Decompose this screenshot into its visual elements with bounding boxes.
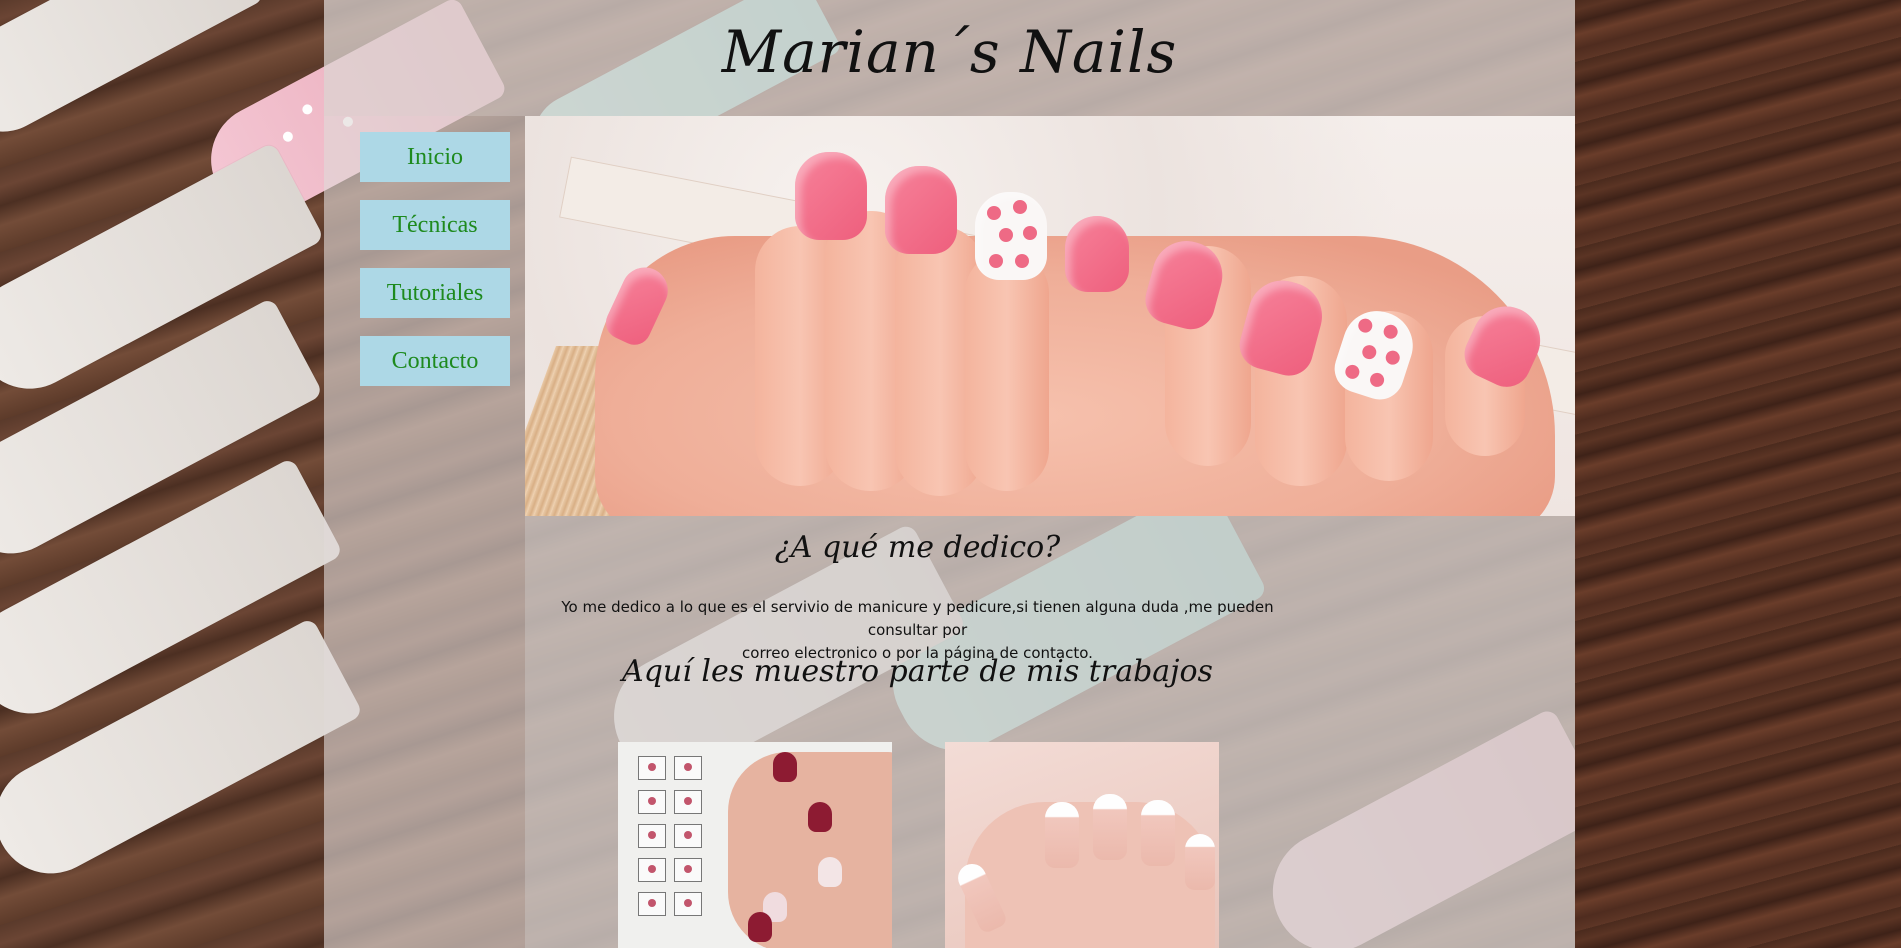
pink-nail (795, 152, 867, 240)
site-title: Marian´s Nails (721, 18, 1178, 86)
polka-dot-nail (975, 192, 1047, 280)
nav-item-tecnicas[interactable]: Técnicas (360, 200, 510, 250)
side-navigation: Inicio Técnicas Tutoriales Contacto (360, 132, 510, 404)
work-photo-french-nails (945, 742, 1219, 948)
works-heading: Aquí les muestro parte de mis trabajos (622, 654, 1213, 689)
pink-nail (885, 166, 957, 254)
content-area: ¿A qué me dedico? Yo me dedico a lo que … (525, 116, 1575, 948)
nav-item-contacto[interactable]: Contacto (360, 336, 510, 386)
about-text-line: Yo me dedico a lo que es el servivio de … (561, 598, 1274, 639)
nav-item-tutoriales[interactable]: Tutoriales (360, 268, 510, 318)
about-heading: ¿A qué me dedico? (774, 530, 1061, 565)
nav-item-inicio[interactable]: Inicio (360, 132, 510, 182)
work-photo-burgundy-nails (618, 742, 892, 948)
wood-background-right (1575, 0, 1901, 948)
hero-image (525, 116, 1575, 516)
pink-nail (1065, 216, 1129, 292)
